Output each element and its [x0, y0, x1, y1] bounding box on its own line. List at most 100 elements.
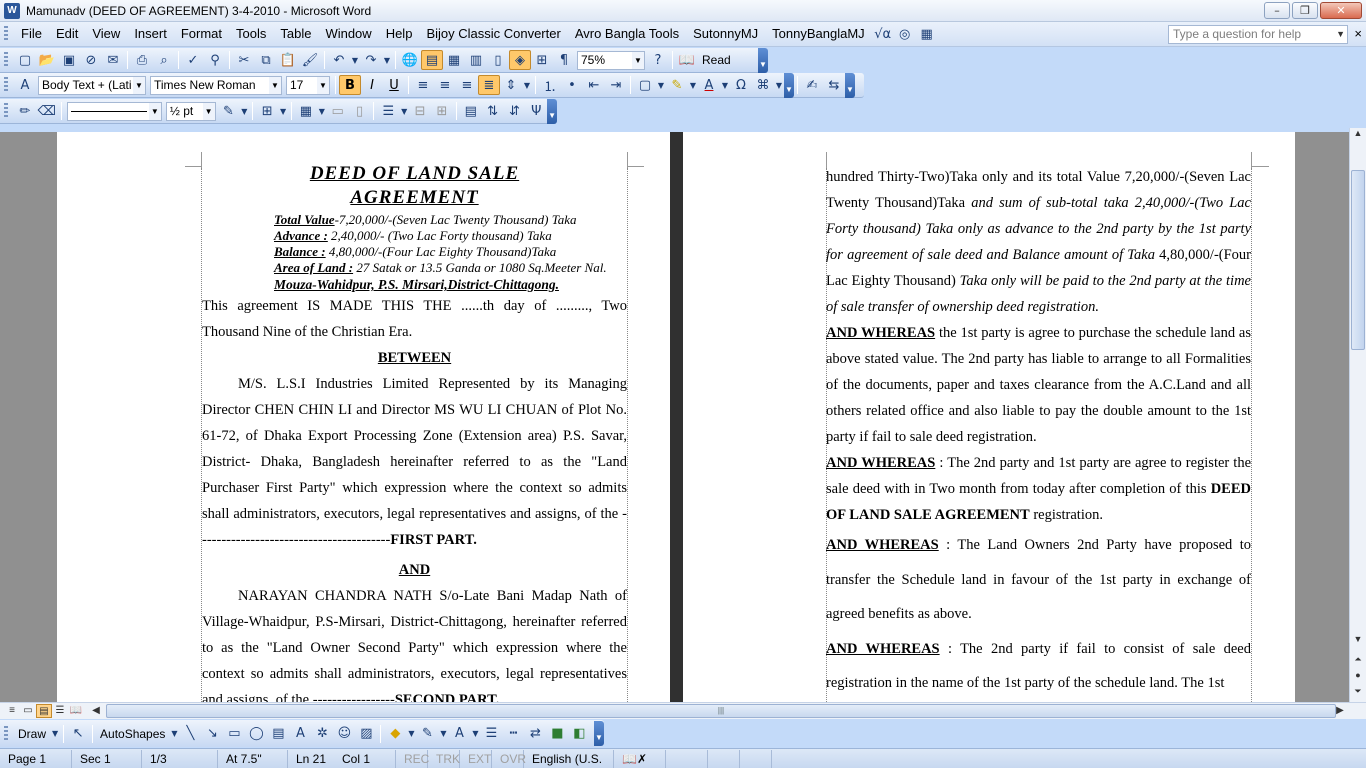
autosum-icon[interactable]: Ψ	[525, 101, 547, 121]
chevron-down-icon[interactable]: ▼	[202, 102, 215, 120]
decrease-indent-icon[interactable]: ⇤	[583, 75, 605, 95]
menu-insert[interactable]: Insert	[127, 23, 174, 45]
font-color-icon[interactable]: A	[698, 75, 720, 95]
toolbar-grip[interactable]	[4, 103, 8, 119]
horizontal-scroll-thumb[interactable]: |||	[106, 704, 1336, 718]
toolbar-options-icon[interactable]: ▼	[594, 721, 604, 746]
toolbar-grip[interactable]	[4, 26, 8, 42]
print-layout-icon[interactable]: ▤	[36, 704, 52, 718]
print-preview-icon[interactable]: ⌕	[153, 50, 175, 70]
undo-icon[interactable]: ↶	[328, 50, 350, 70]
font-color-draw-dropdown-icon[interactable]: ▼	[470, 724, 480, 744]
arrow-style-icon[interactable]: ⇄	[524, 724, 546, 744]
distribute-rows-icon[interactable]: ⊟	[409, 101, 431, 121]
drawing-icon[interactable]: ◈	[509, 50, 531, 70]
fill-color-dropdown-icon[interactable]: ▼	[406, 724, 416, 744]
highlight-dropdown-icon[interactable]: ▼	[688, 75, 698, 95]
oval-icon[interactable]: ◯	[245, 724, 267, 744]
menu-window[interactable]: Window	[318, 23, 378, 45]
normal-view-icon[interactable]: ≡	[4, 704, 20, 718]
line-color-dropdown-icon[interactable]: ▼	[438, 724, 448, 744]
menu-tonnybanglamj[interactable]: TonnyBanglaMJ	[765, 23, 872, 45]
menu-tools[interactable]: Tools	[229, 23, 273, 45]
chevron-down-icon[interactable]: ▼	[1336, 26, 1345, 43]
hyperlink-toolbar-icon[interactable]: ⌘	[752, 75, 774, 95]
toolbar-options-icon[interactable]: ▼	[758, 47, 768, 73]
fill-color-icon[interactable]: ◆	[384, 724, 406, 744]
insert-table-icon[interactable]: ▦	[443, 50, 465, 70]
columns-icon[interactable]: ▯	[487, 50, 509, 70]
hyperlink-icon[interactable]: 🌐	[399, 50, 421, 70]
menu-bijoy-converter[interactable]: Bijoy Classic Converter	[419, 23, 567, 45]
align-right-icon[interactable]: ≡	[456, 75, 478, 95]
scroll-right-icon[interactable]: ▶	[1332, 704, 1348, 718]
addin-chart-icon[interactable]: ▦	[916, 24, 938, 44]
status-trk[interactable]: TRK	[428, 749, 460, 768]
toolbar-grip[interactable]	[4, 725, 8, 742]
document-area[interactable]: DEED OF LAND SALE AGREEMENT Total Value-…	[0, 128, 1366, 702]
open-icon[interactable]: 📂	[36, 50, 58, 70]
spelling-icon[interactable]: ✓	[182, 50, 204, 70]
cell-align-dropdown-icon[interactable]: ▼	[399, 101, 409, 121]
review-compare-icon[interactable]: ⇆	[823, 75, 845, 95]
zoom-select[interactable]: 75% ▼	[577, 50, 645, 70]
toolbar-grip[interactable]	[4, 77, 8, 93]
status-ovr[interactable]: OVR	[492, 749, 526, 768]
menu-file[interactable]: File	[14, 23, 49, 45]
vertical-scroll-thumb[interactable]	[1351, 170, 1365, 350]
menu-help[interactable]: Help	[379, 23, 420, 45]
paste-icon[interactable]: 📋	[277, 50, 299, 70]
draw-table-icon[interactable]: ✏	[14, 101, 36, 121]
email-icon[interactable]: ✉	[102, 50, 124, 70]
shadow-icon[interactable]: ■	[546, 724, 568, 744]
outside-border-dropdown-icon[interactable]: ▼	[278, 101, 288, 121]
page-2[interactable]: hundred Thirty-Two)Taka only and its tot…	[683, 132, 1295, 702]
justify-icon[interactable]: ≣	[478, 75, 500, 95]
font-size-select[interactable]: 17 ▼	[286, 75, 330, 95]
chevron-down-icon[interactable]: ▼	[133, 76, 145, 94]
line-weight-select[interactable]: ½ pt ▼	[165, 101, 216, 121]
select-objects-icon[interactable]: ↖	[67, 724, 89, 744]
dash-style-icon[interactable]: ┅	[502, 724, 524, 744]
scroll-down-icon[interactable]: ▼	[1350, 634, 1366, 644]
picture-icon[interactable]: ▨	[355, 724, 377, 744]
minimize-button[interactable]: –	[1264, 2, 1290, 19]
status-ext[interactable]: EXT	[460, 749, 492, 768]
vertical-scrollbar[interactable]: ▲ ▼ ⏶ ● ⏷	[1349, 128, 1366, 702]
copy-icon[interactable]: ⧉	[255, 50, 277, 70]
autoshapes-dropdown-icon[interactable]: ▼	[169, 724, 179, 744]
toolbar-options-icon[interactable]: ▼	[547, 98, 558, 124]
insert-table-dropdown-icon[interactable]: ▼	[317, 101, 327, 121]
page-2-content[interactable]: hundred Thirty-Two)Taka only and its tot…	[826, 164, 1251, 701]
more-dropdown-icon[interactable]: ▼	[774, 75, 784, 95]
numbering-icon[interactable]: ⒈	[539, 75, 561, 95]
menu-table[interactable]: Table	[273, 23, 318, 45]
help-search-input[interactable]: Type a question for help ▼	[1168, 25, 1348, 44]
align-left-icon[interactable]: ≡	[412, 75, 434, 95]
symbol-icon[interactable]: Ω	[730, 75, 752, 95]
undo-dropdown-icon[interactable]: ▼	[350, 50, 360, 70]
diagram-icon[interactable]: ✲	[311, 724, 333, 744]
font-color-draw-icon[interactable]: A	[448, 724, 470, 744]
bold-button[interactable]: B	[339, 75, 361, 95]
close-button[interactable]: ✕	[1320, 2, 1362, 19]
menu-format[interactable]: Format	[174, 23, 229, 45]
clip-art-icon[interactable]: ☺	[333, 724, 355, 744]
redo-dropdown-icon[interactable]: ▼	[382, 50, 392, 70]
document-close-icon[interactable]: ×	[1354, 26, 1362, 41]
addin-globe-icon[interactable]: ◎	[894, 24, 916, 44]
italic-button[interactable]: I	[361, 75, 383, 95]
tables-borders-icon[interactable]: ▤	[421, 50, 443, 70]
border-color-icon[interactable]: ✎	[218, 101, 240, 121]
horizontal-scroll-track[interactable]: |||	[102, 704, 1342, 718]
font-color-dropdown-icon[interactable]: ▼	[720, 75, 730, 95]
word-app-icon[interactable]: W	[4, 2, 20, 19]
page-1-content[interactable]: DEED OF LAND SALE AGREEMENT Total Value-…	[202, 162, 627, 702]
line-spacing-icon[interactable]: ⇕	[500, 75, 522, 95]
menu-view[interactable]: View	[85, 23, 127, 45]
status-rec[interactable]: REC	[396, 749, 429, 768]
line-color-icon[interactable]: ✎	[416, 724, 438, 744]
3d-icon[interactable]: ◧	[568, 724, 590, 744]
show-hide-icon[interactable]: ¶	[553, 50, 575, 70]
increase-indent-icon[interactable]: ⇥	[605, 75, 627, 95]
